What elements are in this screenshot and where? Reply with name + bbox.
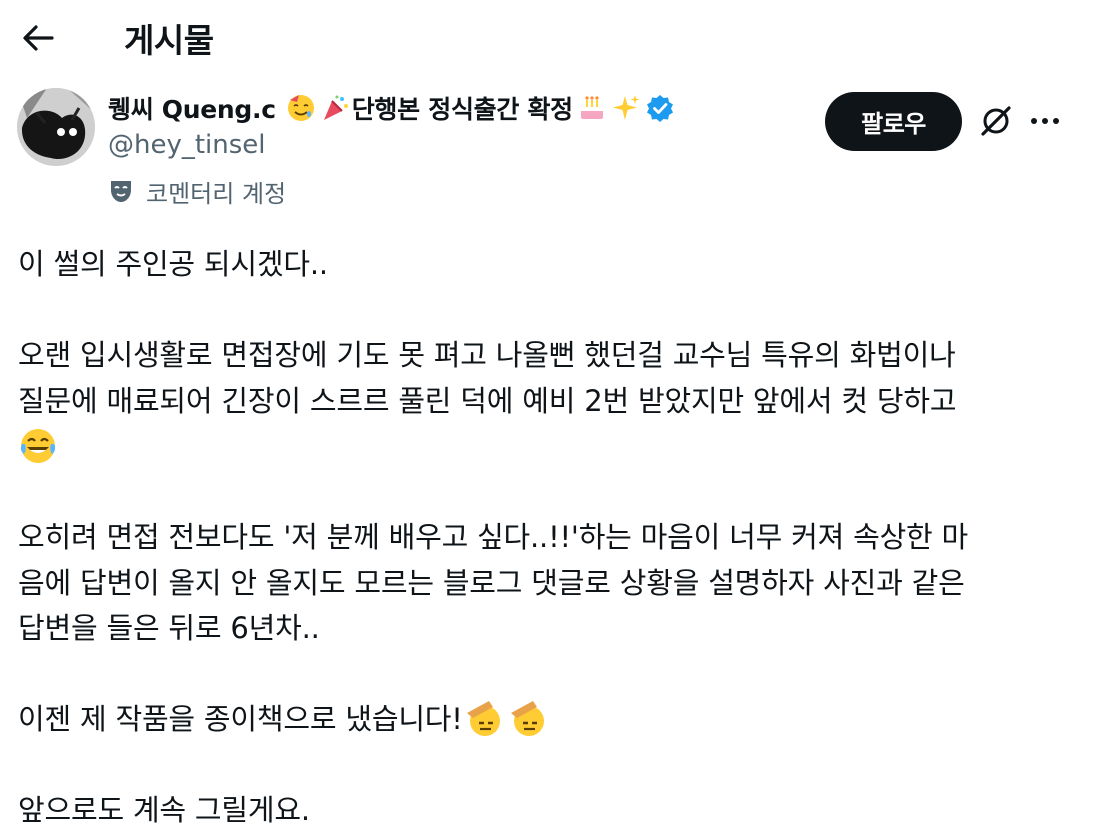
commentary-label-text: 코멘터리 계정 [146,179,287,208]
grok-icon[interactable] [978,103,1014,139]
arrow-left-icon[interactable] [18,18,58,58]
post-paragraph: 이 썰의 주인공 되시겠다.. [18,247,328,281]
saluting-face-icon [510,701,544,736]
post-emoji-line [18,424,1078,470]
smiling-face-with-tear-icon [287,95,314,121]
more-horizontal-icon[interactable] [1025,103,1065,139]
verified-badge-icon[interactable] [645,93,675,123]
bio-badge-text: 단행본 정식출간 확정 [351,95,573,124]
birthday-cake-icon [580,96,603,119]
post-line: 음에 답변이 올지 안 올지도 모르는 블로그 댓글로 상황을 설명하자 사진과… [18,565,965,600]
author-handle[interactable]: @hey_tinsel [108,130,266,160]
author-name-row[interactable]: 퀭씨 Queng.c 단행본 정식출간 확정 [108,88,675,128]
avatar-image [17,88,95,166]
post-line: 답변을 들은 뒤로 6년차.. [18,611,320,645]
party-popper-icon [323,95,348,120]
face-with-tears-of-joy-icon [20,429,56,463]
page-title: 게시물 [124,21,214,60]
mask-icon [111,181,131,202]
post-line: 이젠 제 작품을 종이책으로 냈습니다! [18,702,463,736]
commentary-label: 코멘터리 계정 [108,174,286,208]
avatar[interactable] [17,88,95,166]
author-name[interactable]: 퀭씨 Queng.c [108,90,276,126]
sparkles-icon [612,95,640,120]
post-body: 이 썰의 주인공 되시겠다.. 오랜 입시생활로 면접장에 기도 못 펴고 나올… [18,242,1078,834]
top-bar: 게시물 [0,0,1093,78]
saluting-face-icon [466,701,500,736]
post-paragraph: 앞으로도 계속 그릴게요. [18,793,310,827]
post-line: 질문에 매료되어 긴장이 스르르 풀린 덕에 예비 2번 받았지만 앞에서 컷 … [18,383,957,418]
follow-button[interactable]: 팔로우 [825,92,962,151]
post-line: 오히려 면접 전보다도 '저 분께 배우고 싶다..!!'하는 마음이 너무 커… [18,520,969,554]
post-paragraph-with-emoji: 이젠 제 작품을 종이책으로 냈습니다! [18,697,1078,743]
post-line: 오랜 입시생활로 면접장에 기도 못 펴고 나올뻔 했던걸 교수님 특유의 화법… [18,338,956,372]
